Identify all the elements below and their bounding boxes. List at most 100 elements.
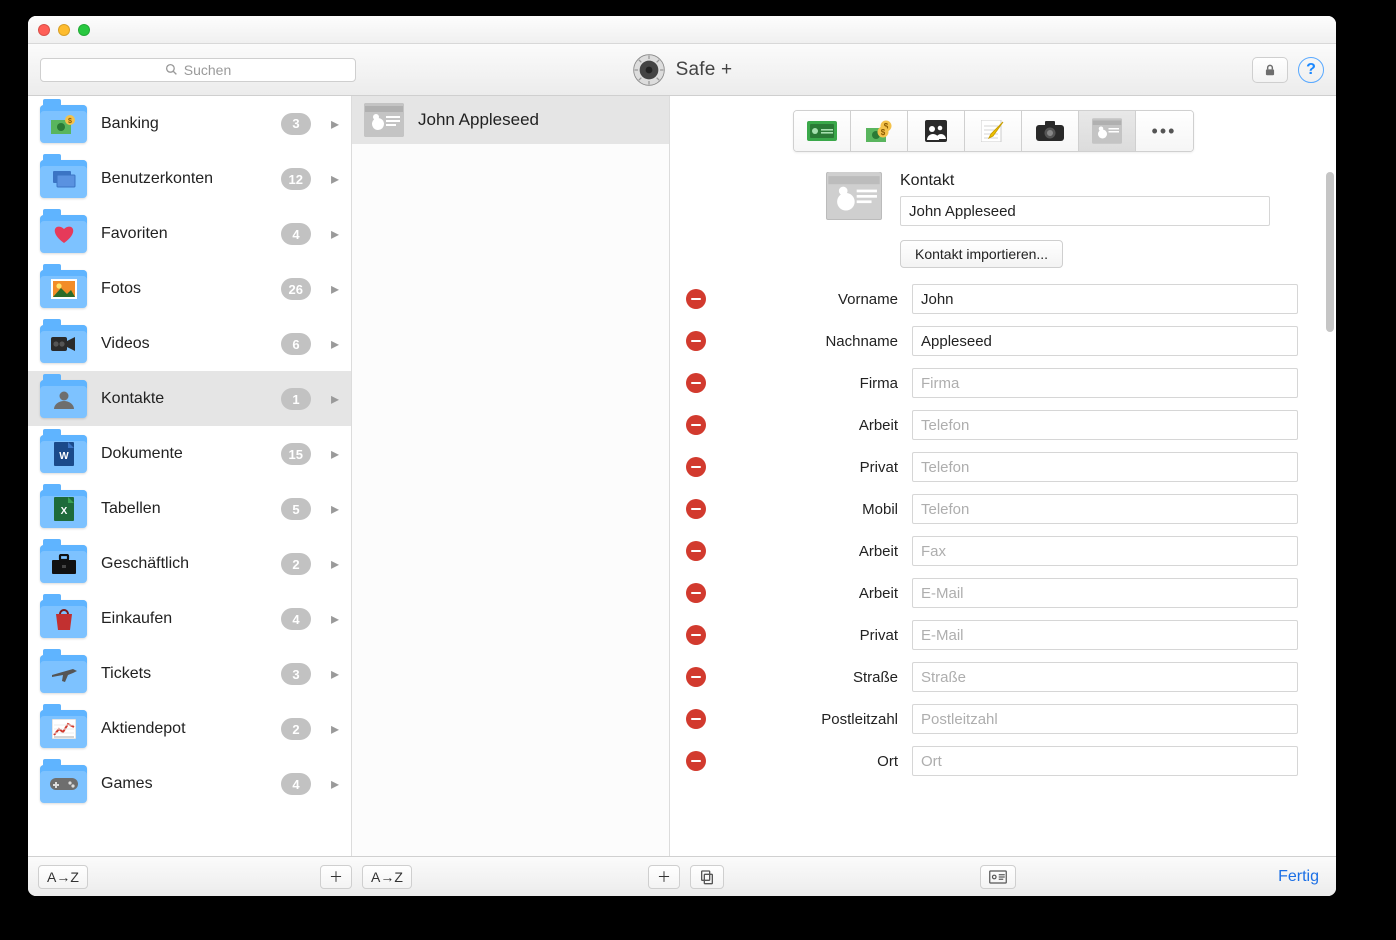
remove-field-button[interactable]	[686, 331, 706, 351]
remove-field-button[interactable]	[686, 499, 706, 519]
remove-field-button[interactable]	[686, 667, 706, 687]
field-label: Arbeit	[726, 585, 898, 602]
sidebar-item-kontakte[interactable]: Kontakte1▸	[28, 371, 351, 426]
field-input-2[interactable]	[912, 368, 1298, 398]
sidebar-item-geschaeftlich[interactable]: Geschäftlich2▸	[28, 536, 351, 591]
remove-field-button[interactable]	[686, 541, 706, 561]
chevron-right-icon: ▸	[325, 609, 341, 629]
field-input-3[interactable]	[912, 410, 1298, 440]
search-field[interactable]: Suchen	[40, 58, 356, 82]
sidebar-item-videos[interactable]: Videos6▸	[28, 316, 351, 371]
zoom-button[interactable]	[78, 24, 90, 36]
plus-icon: ＋	[657, 867, 671, 887]
sidebar-item-count: 2	[281, 553, 311, 575]
field-input-5[interactable]	[912, 494, 1298, 524]
add-entry-button[interactable]: ＋	[648, 865, 680, 889]
record-name-input[interactable]	[900, 196, 1270, 226]
chevron-right-icon: ▸	[325, 169, 341, 189]
sidebar-item-count: 4	[281, 223, 311, 245]
remove-field-button[interactable]	[686, 457, 706, 477]
card-icon	[989, 870, 1007, 884]
sidebar-item-favoriten[interactable]: Favoriten4▸	[28, 206, 351, 261]
done-button[interactable]: Fertig	[1271, 865, 1326, 889]
sidebar-item-count: 3	[281, 113, 311, 135]
field-label: Privat	[726, 627, 898, 644]
sidebar-item-count: 1	[281, 388, 311, 410]
sidebar-item-count: 6	[281, 333, 311, 355]
remove-field-button[interactable]	[686, 625, 706, 645]
entry-row[interactable]: John Appleseed	[352, 96, 669, 144]
sidebar-item-label: Dokumente	[101, 445, 267, 463]
contact-card-icon	[364, 103, 404, 137]
field-input-9[interactable]	[912, 662, 1298, 692]
sidebar-item-banking[interactable]: $Banking3▸	[28, 96, 351, 151]
lock-button[interactable]	[1252, 57, 1288, 83]
window-controls	[38, 24, 90, 36]
sidebar-item-label: Aktiendepot	[101, 720, 267, 738]
sidebar-item-label: Geschäftlich	[101, 555, 267, 573]
chevron-right-icon: ▸	[325, 499, 341, 519]
chevron-right-icon: ▸	[325, 444, 341, 464]
sidebar-item-label: Favoriten	[101, 225, 267, 243]
sidebar-item-aktiendepot[interactable]: Aktiendepot2▸	[28, 701, 351, 756]
search-icon	[165, 63, 178, 76]
tab-photo[interactable]	[1022, 111, 1079, 151]
field-input-7[interactable]	[912, 578, 1298, 608]
sidebar-item-count: 3	[281, 663, 311, 685]
sidebar-item-fotos[interactable]: Fotos26▸	[28, 261, 351, 316]
tab-login[interactable]	[908, 111, 965, 151]
copy-button[interactable]	[690, 865, 724, 889]
remove-field-button[interactable]	[686, 751, 706, 771]
sort-entries-button[interactable]: A→Z	[362, 865, 412, 889]
chevron-right-icon: ▸	[325, 114, 341, 134]
folder-icon: X	[40, 490, 87, 528]
field-input-8[interactable]	[912, 620, 1298, 650]
category-sidebar: $Banking3▸Benutzerkonten12▸Favoriten4▸Fo…	[28, 96, 352, 856]
record-type-tabs: $$ •••	[793, 110, 1194, 152]
remove-field-button[interactable]	[686, 709, 706, 729]
remove-field-button[interactable]	[686, 415, 706, 435]
remove-field-button[interactable]	[686, 583, 706, 603]
remove-field-button[interactable]	[686, 373, 706, 393]
svg-text:X: X	[60, 506, 67, 517]
tab-more[interactable]: •••	[1136, 111, 1193, 151]
ellipsis-icon: •••	[1152, 121, 1177, 142]
folder-icon: W	[40, 435, 87, 473]
sidebar-item-tickets[interactable]: Tickets3▸	[28, 646, 351, 701]
remove-field-button[interactable]	[686, 289, 706, 309]
sidebar-item-tabellen[interactable]: XTabellen5▸	[28, 481, 351, 536]
tab-contact[interactable]	[1079, 111, 1136, 151]
field-grid: VornameNachnameFirmaArbeitPrivatMobilArb…	[686, 284, 1298, 776]
help-button[interactable]: ?	[1298, 57, 1324, 83]
field-input-11[interactable]	[912, 746, 1298, 776]
scrollbar[interactable]	[1326, 172, 1334, 856]
minimize-button[interactable]	[58, 24, 70, 36]
field-input-10[interactable]	[912, 704, 1298, 734]
sidebar-item-einkaufen[interactable]: Einkaufen4▸	[28, 591, 351, 646]
field-label: Ort	[726, 753, 898, 770]
field-input-1[interactable]	[912, 326, 1298, 356]
import-contact-button[interactable]: Kontakt importieren...	[900, 240, 1063, 268]
tab-bank-account[interactable]: $$	[851, 111, 908, 151]
close-button[interactable]	[38, 24, 50, 36]
search-placeholder: Suchen	[184, 62, 231, 78]
app-title: Safe +	[676, 59, 733, 81]
add-category-button[interactable]: ＋	[320, 865, 352, 889]
field-label: Straße	[726, 669, 898, 686]
sort-sidebar-button[interactable]: A→Z	[38, 865, 88, 889]
sidebar-item-count: 4	[281, 773, 311, 795]
folder-icon	[40, 765, 87, 803]
folder-icon	[40, 380, 87, 418]
card-view-button[interactable]	[980, 865, 1016, 889]
sidebar-item-label: Tabellen	[101, 500, 267, 518]
sidebar-item-games[interactable]: Games4▸	[28, 756, 351, 811]
tab-credit-card[interactable]	[794, 111, 851, 151]
sidebar-item-benutzerkonten[interactable]: Benutzerkonten12▸	[28, 151, 351, 206]
contact-card-icon	[826, 172, 882, 220]
field-input-6[interactable]	[912, 536, 1298, 566]
field-input-0[interactable]	[912, 284, 1298, 314]
titlebar	[28, 16, 1336, 44]
field-input-4[interactable]	[912, 452, 1298, 482]
tab-note[interactable]	[965, 111, 1022, 151]
sidebar-item-dokumente[interactable]: WDokumente15▸	[28, 426, 351, 481]
